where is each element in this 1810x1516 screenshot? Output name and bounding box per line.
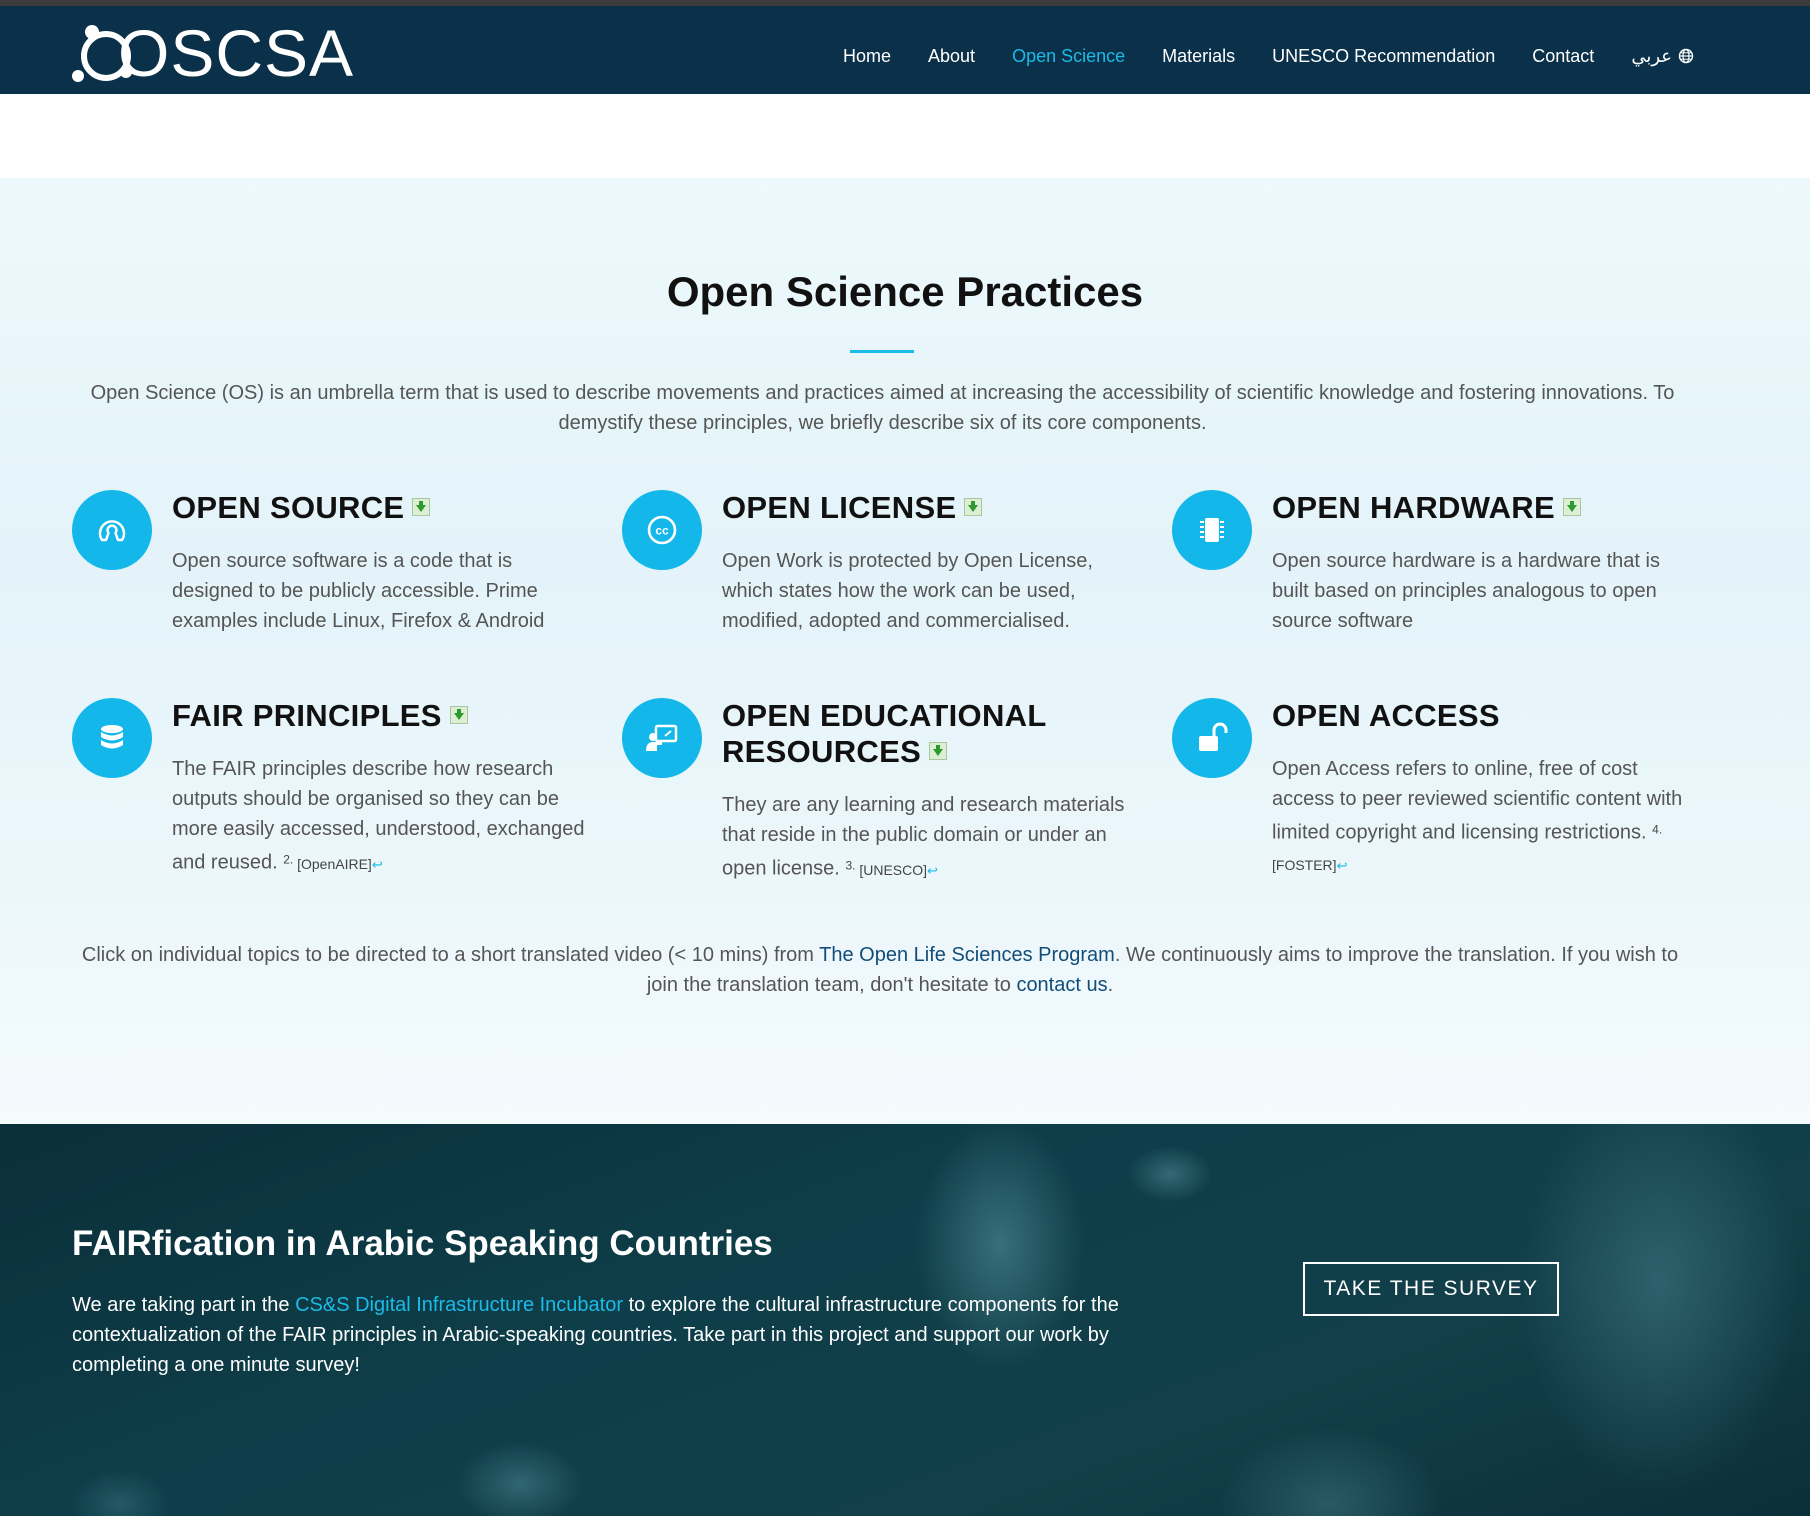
download-icon[interactable] <box>1562 498 1581 516</box>
translation-footnote: Click on individual topics to be directe… <box>81 944 1679 996</box>
reference-unesco[interactable]: 3. [UNESCO]↩ <box>845 858 938 878</box>
card-title[interactable]: OPEN EDUCATIONAL RESOURCES <box>722 698 1142 770</box>
section-intro: Open Science (OS) is an umbrella term th… <box>90 382 1675 434</box>
globe-icon <box>1678 48 1694 64</box>
nav-language-switch[interactable]: عربي <box>1631 46 1694 67</box>
nav-unesco-recommendation[interactable]: UNESCO Recommendation <box>1272 46 1495 67</box>
database-icon <box>101 725 123 749</box>
card-text: Open Work is protected by Open License, … <box>722 550 1093 632</box>
take-survey-button[interactable]: TAKE THE SURVEY <box>1303 1262 1559 1316</box>
download-icon[interactable] <box>964 498 983 516</box>
card-text: Open Access refers to online, free of co… <box>1272 758 1683 873</box>
navbar: OSCSA Home About Open Science Materials … <box>0 6 1810 94</box>
teacher-board-icon <box>646 724 678 751</box>
return-icon[interactable]: ↩ <box>1337 858 1348 873</box>
svg-text:cc: cc <box>655 524 669 538</box>
language-label: عربي <box>1631 45 1672 66</box>
banner-title: FAIRfication in Arabic Speaking Countrie… <box>72 1224 773 1263</box>
return-icon[interactable]: ↩ <box>927 863 938 878</box>
card-text: They are any learning and research mater… <box>722 794 1125 880</box>
fairfication-banner: FAIRfication in Arabic Speaking Countrie… <box>0 1124 1810 1516</box>
card-text: Open source hardware is a hardware that … <box>1272 550 1660 632</box>
nav-materials[interactable]: Materials <box>1162 46 1235 67</box>
contact-us-link[interactable]: contact us <box>1016 974 1107 996</box>
card-title[interactable]: OPEN LICENSE <box>722 490 1142 526</box>
nav-home[interactable]: Home <box>843 46 891 67</box>
fair-principles-icon-circle <box>72 698 152 778</box>
download-icon[interactable] <box>449 706 468 724</box>
main-nav: Home About Open Science Materials UNESCO… <box>806 12 1694 100</box>
card-text: The FAIR principles describe how researc… <box>172 758 585 874</box>
open-hardware-icon-circle <box>1172 490 1252 570</box>
card-text: Open source software is a code that is d… <box>172 550 545 632</box>
section-title: Open Science Practices <box>666 268 1144 315</box>
card-title[interactable]: OPEN ACCESS <box>1272 698 1692 734</box>
logo-text: OSCSA <box>118 16 355 90</box>
unlock-icon <box>1199 722 1228 751</box>
nav-contact[interactable]: Contact <box>1532 46 1594 67</box>
oer-icon-circle <box>622 698 702 778</box>
chip-icon <box>1200 518 1224 542</box>
open-license-icon-circle: cc <box>622 490 702 570</box>
banner-text: We are taking part in the CS&S Digital I… <box>72 1294 1119 1376</box>
open-source-icon-circle <box>72 490 152 570</box>
creative-commons-icon: cc <box>647 515 677 545</box>
nav-open-science[interactable]: Open Science <box>1012 46 1125 67</box>
reference-openaire[interactable]: 2. [OpenAIRE]↩ <box>283 852 383 872</box>
nav-about[interactable]: About <box>928 46 975 67</box>
incubator-link[interactable]: CS&S Digital Infrastructure Incubator <box>295 1294 623 1316</box>
open-source-icon <box>98 520 126 542</box>
card-title[interactable]: OPEN HARDWARE <box>1272 490 1692 526</box>
open-science-practices-section: Open Science Practices Open Science (OS)… <box>0 178 1810 1124</box>
title-underline <box>850 350 914 353</box>
download-icon[interactable] <box>929 742 948 760</box>
open-life-sciences-link[interactable]: The Open Life Sciences Program <box>819 944 1115 966</box>
card-title[interactable]: OPEN SOURCE <box>172 490 592 526</box>
open-access-icon-circle <box>1172 698 1252 778</box>
card-title[interactable]: FAIR PRINCIPLES <box>172 698 592 734</box>
site-logo[interactable]: OSCSA <box>70 18 354 88</box>
download-icon[interactable] <box>412 498 431 516</box>
return-icon[interactable]: ↩ <box>372 857 383 872</box>
